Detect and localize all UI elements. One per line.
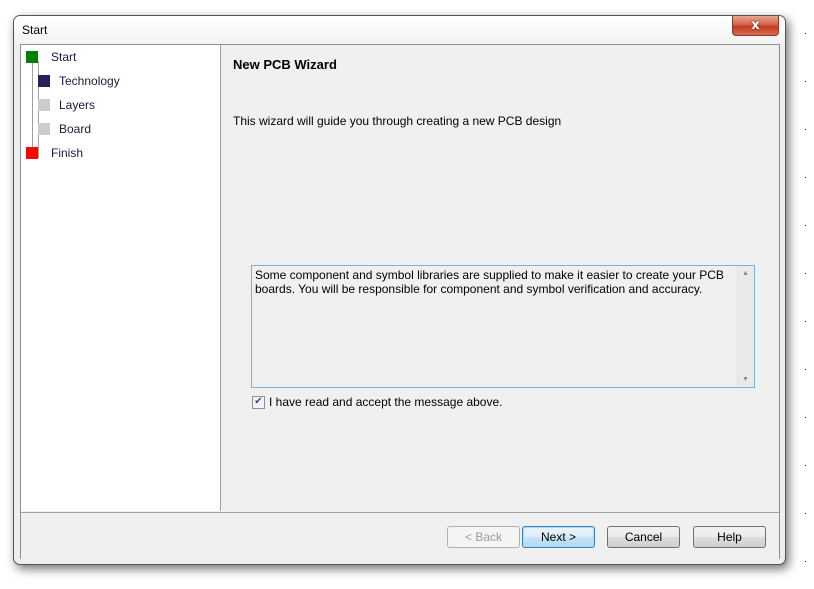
step-status-icon <box>38 99 50 111</box>
step-item: Board <box>38 122 91 136</box>
client-area: Start Technology Layers Board Finish New PCB… <box>20 44 780 559</box>
scroll-up-icon[interactable]: ▲ <box>742 270 749 277</box>
step-label: Technology <box>59 74 120 88</box>
background-dot <box>805 33 806 34</box>
cancel-button[interactable]: Cancel <box>607 526 680 548</box>
step-item: Technology <box>38 74 120 88</box>
close-button[interactable]: x <box>732 16 779 36</box>
background-dot <box>805 81 806 82</box>
button-bar: < Back Next > Cancel Help <box>21 512 779 559</box>
accept-checkbox-label[interactable]: I have read and accept the message above… <box>269 395 503 409</box>
checkmark-icon: ✔ <box>254 396 263 407</box>
steps-sidebar: Start Technology Layers Board Finish <box>21 45 221 511</box>
help-button[interactable]: Help <box>693 526 766 548</box>
window-title: Start <box>22 23 48 37</box>
step-label: Finish <box>51 146 84 160</box>
next-button[interactable]: Next > <box>522 526 595 548</box>
message-text: Some component and symbol libraries are … <box>255 268 724 296</box>
back-button[interactable]: < Back <box>447 526 520 548</box>
background-dots <box>805 0 809 589</box>
tree-connector <box>32 61 33 157</box>
background-dot <box>805 273 806 274</box>
background-dot <box>805 369 806 370</box>
background-dot <box>805 417 806 418</box>
message-textbox[interactable]: Some component and symbol libraries are … <box>251 265 755 388</box>
step-status-icon <box>38 123 50 135</box>
step-label: Layers <box>59 98 96 112</box>
step-label: Board <box>59 122 92 136</box>
background-dot <box>805 177 806 178</box>
wizard-window: Start x Start Technology Layers Board Finish… <box>13 15 786 565</box>
background-dot <box>805 561 806 562</box>
message-scrollbar[interactable]: ▲ ▼ <box>737 266 754 387</box>
step-item: Layers <box>38 98 95 112</box>
background-dot <box>805 225 806 226</box>
close-icon: x <box>751 18 760 33</box>
step-label: Start <box>51 50 77 64</box>
step-item: Start <box>26 50 76 64</box>
accept-checkbox[interactable]: ✔ <box>252 395 265 409</box>
background-dot <box>805 321 806 322</box>
step-status-icon <box>38 75 50 87</box>
content-panel: New PCB Wizard This wizard will guide yo… <box>221 45 779 511</box>
background-dot <box>805 465 806 466</box>
background-dot <box>805 129 806 130</box>
page-title: New PCB Wizard <box>233 57 337 72</box>
step-item: Finish <box>26 146 83 160</box>
step-status-icon <box>26 51 38 63</box>
scroll-down-icon[interactable]: ▼ <box>742 376 749 383</box>
title-bar[interactable]: Start x <box>14 16 785 44</box>
step-status-icon <box>26 147 38 159</box>
accept-checkbox-row[interactable]: ✔ I have read and accept the message abo… <box>252 395 503 409</box>
intro-text: This wizard will guide you through creat… <box>233 114 562 128</box>
background-dot <box>805 513 806 514</box>
